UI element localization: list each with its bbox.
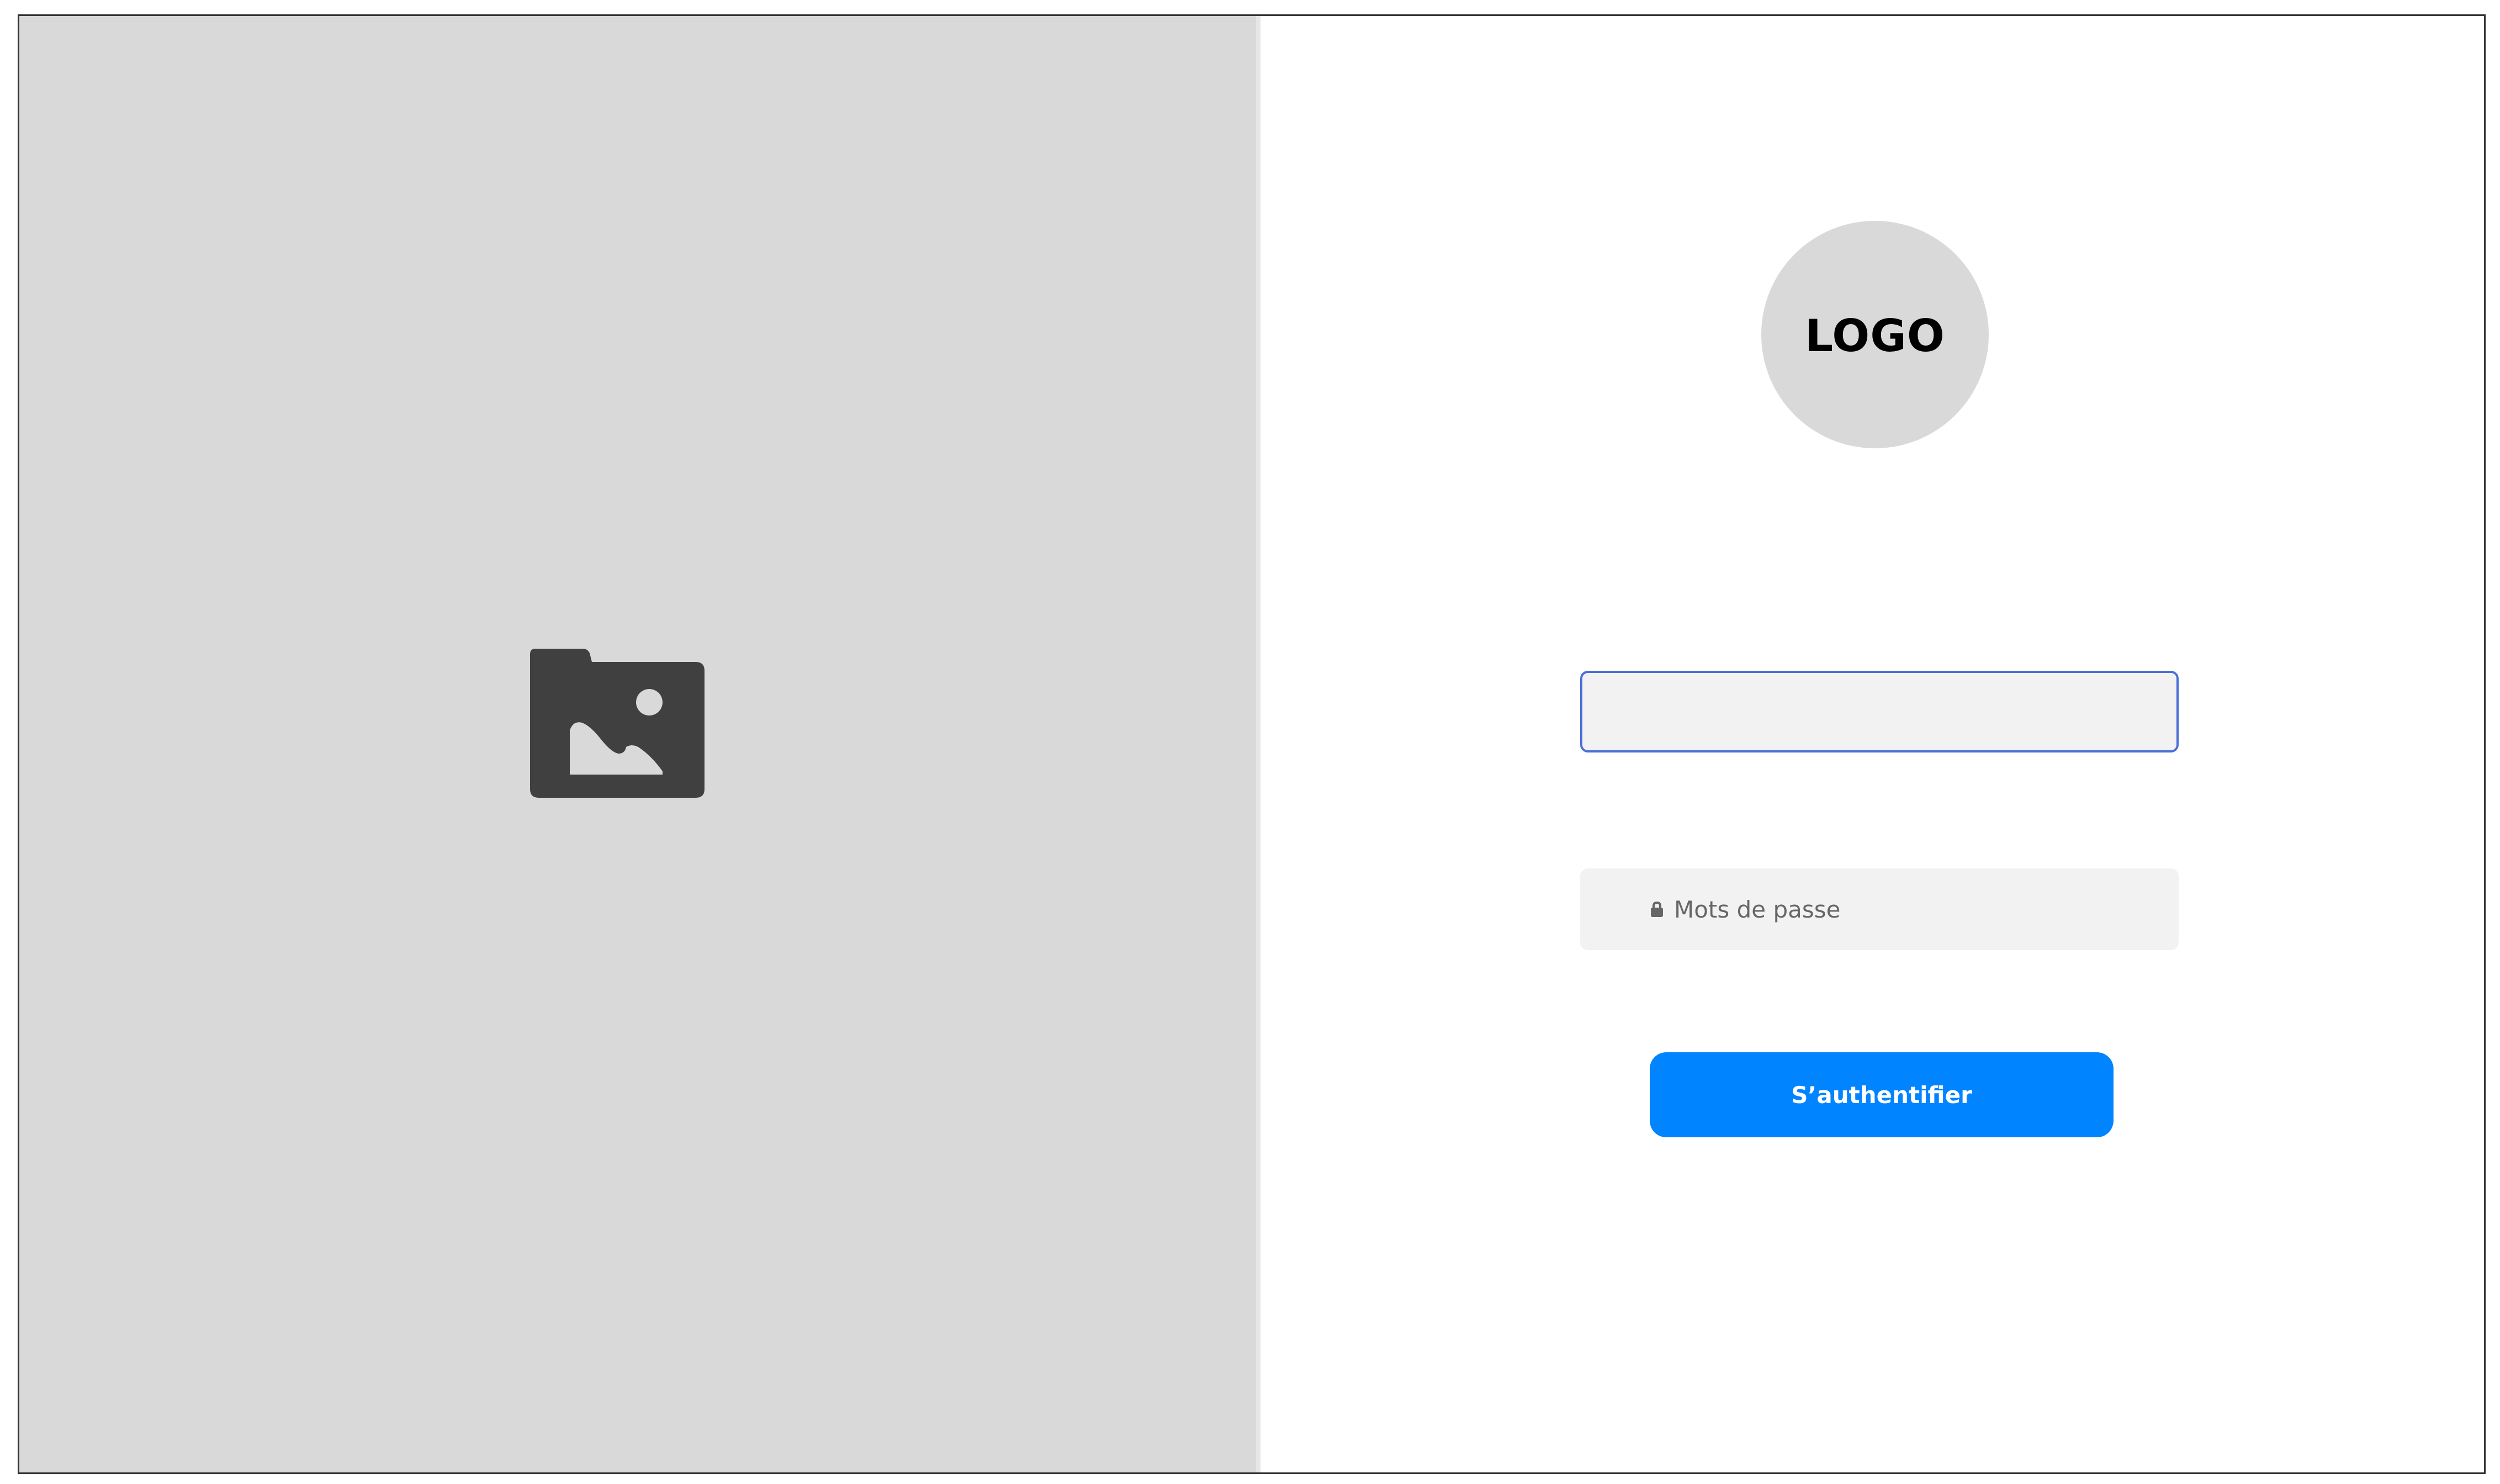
- password-field[interactable]: [1580, 868, 2179, 950]
- login-button[interactable]: S’authentifier: [1650, 1052, 2114, 1137]
- logo-text: LOGO: [1805, 310, 1945, 362]
- lock-icon: [1651, 901, 1663, 917]
- logo: LOGO: [1761, 221, 1989, 448]
- panel-divider: [1256, 16, 1260, 1472]
- username-input[interactable]: [1580, 671, 2179, 752]
- image-folder-icon: [530, 649, 705, 798]
- password-input[interactable]: [1674, 868, 2179, 950]
